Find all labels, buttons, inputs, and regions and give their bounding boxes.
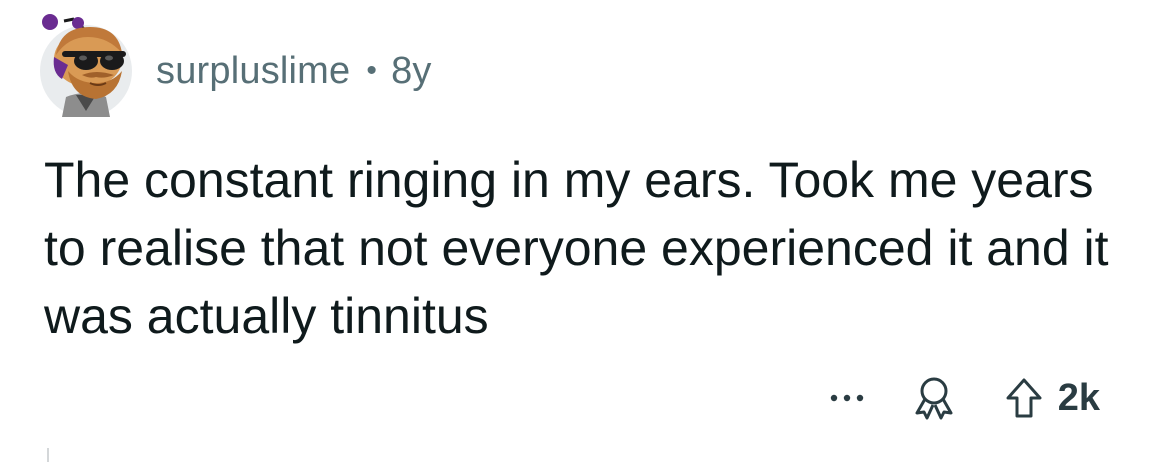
comment-body: The constant ringing in my ears. Took me… <box>44 152 1109 344</box>
vote-count: 2k <box>1057 376 1100 419</box>
award-button[interactable] <box>908 372 960 424</box>
comment-age: 8y <box>391 49 432 92</box>
ellipsis-icon <box>830 394 863 402</box>
snoo-avatar-icon <box>40 14 132 117</box>
meta-separator: • <box>366 54 378 87</box>
comment-actions: 2k <box>822 368 1100 428</box>
author-name[interactable]: surpluslime <box>156 50 350 93</box>
upvote-arrow-icon <box>1006 378 1042 418</box>
upvote-button[interactable] <box>1002 372 1046 424</box>
comment-meta: surpluslime • 8y <box>156 50 432 93</box>
avatar[interactable] <box>38 13 134 117</box>
award-icon <box>915 377 953 420</box>
comment-header: surpluslime • 8y <box>38 12 432 118</box>
more-options-button[interactable] <box>822 378 872 418</box>
